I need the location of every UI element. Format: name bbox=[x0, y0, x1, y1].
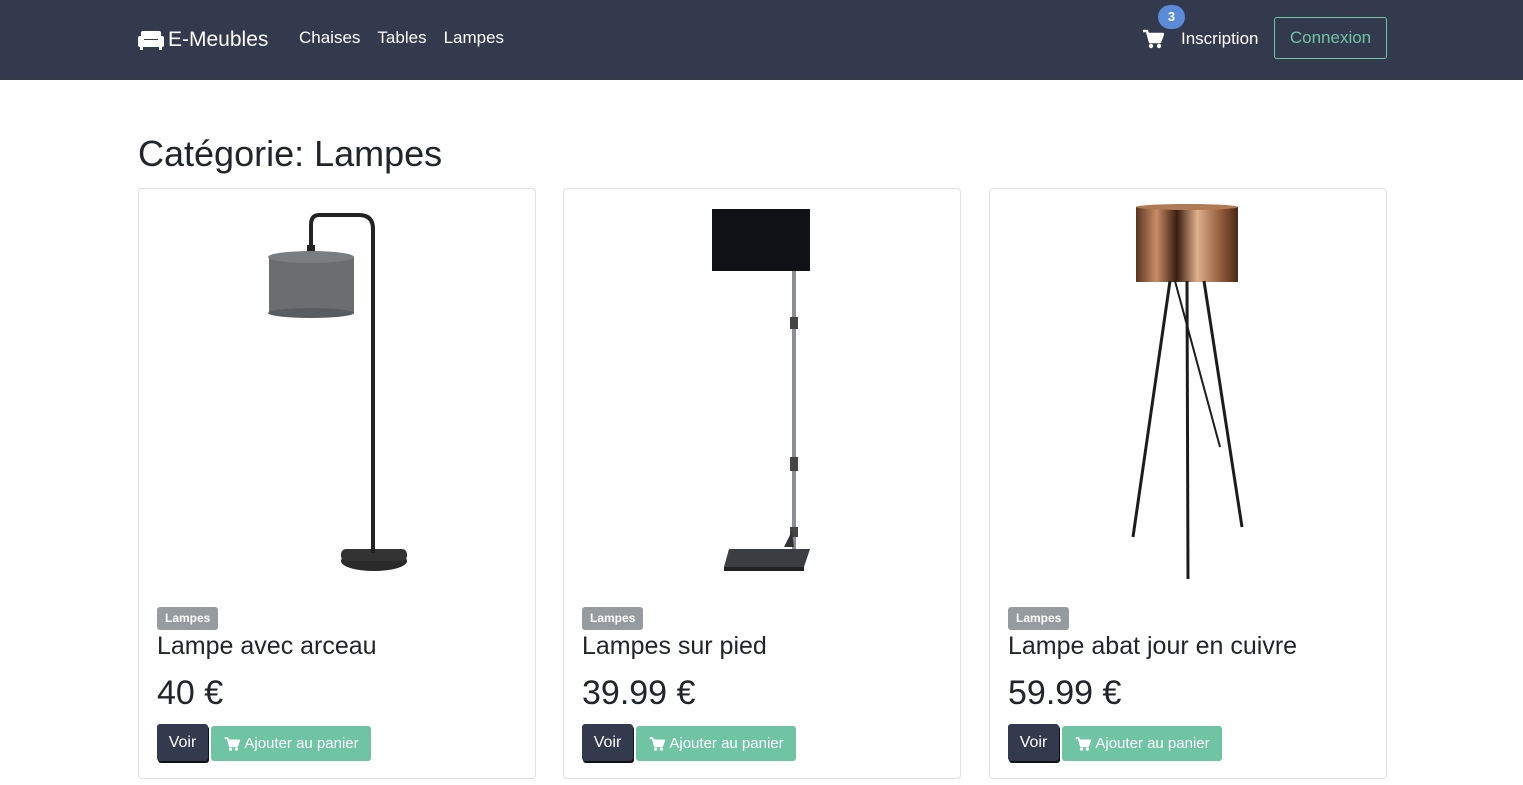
product-name[interactable]: Lampes sur pied bbox=[582, 632, 767, 661]
cart-icon bbox=[650, 736, 666, 751]
nav-link-tables[interactable]: Tables bbox=[377, 28, 426, 48]
cart-icon bbox=[1076, 736, 1092, 751]
product-card: Lampes Lampes sur pied 39.99 € Voir Ajou… bbox=[563, 188, 961, 779]
view-button[interactable]: Voir bbox=[582, 724, 633, 761]
cart-icon[interactable] bbox=[1142, 28, 1164, 50]
couch-icon bbox=[138, 31, 164, 50]
add-to-cart-label: Ajouter au panier bbox=[244, 735, 359, 752]
login-button[interactable]: Connexion bbox=[1274, 17, 1387, 59]
cart-icon bbox=[225, 736, 241, 751]
product-price: 39.99 € bbox=[582, 674, 696, 712]
category-badge: Lampes bbox=[582, 607, 644, 630]
product-name[interactable]: Lampe avec arceau bbox=[157, 632, 377, 661]
page-title: Catégorie: Lampes bbox=[138, 133, 443, 174]
nav-link-lampes[interactable]: Lampes bbox=[444, 28, 504, 48]
product-card: Lampes Lampe avec arceau 40 € Voir Ajout… bbox=[138, 188, 536, 779]
view-button[interactable]: Voir bbox=[1008, 724, 1059, 761]
category-badge: Lampes bbox=[1008, 607, 1070, 630]
add-to-cart-button[interactable]: Ajouter au panier bbox=[1062, 726, 1222, 761]
add-to-cart-label: Ajouter au panier bbox=[669, 735, 784, 752]
add-to-cart-button[interactable]: Ajouter au panier bbox=[211, 726, 371, 761]
navbar: E-Meubles Chaises Tables Lampes 3 Inscri… bbox=[0, 0, 1523, 80]
nav-links: Chaises Tables Lampes bbox=[299, 28, 521, 48]
signup-link[interactable]: Inscription bbox=[1181, 29, 1258, 49]
product-price: 40 € bbox=[157, 674, 224, 712]
brand-link[interactable]: E-Meubles bbox=[138, 26, 268, 54]
add-to-cart-button[interactable]: Ajouter au panier bbox=[636, 726, 796, 761]
product-name[interactable]: Lampe abat jour en cuivre bbox=[1008, 632, 1297, 661]
brand-name: E-Meubles bbox=[168, 28, 269, 51]
nav-link-chaises[interactable]: Chaises bbox=[299, 28, 360, 48]
category-badge: Lampes bbox=[157, 607, 219, 630]
add-to-cart-label: Ajouter au panier bbox=[1095, 735, 1210, 752]
product-card: Lampes Lampe abat jour en cuivre 59.99 €… bbox=[989, 188, 1387, 779]
view-button[interactable]: Voir bbox=[157, 724, 208, 761]
product-price: 59.99 € bbox=[1008, 674, 1122, 712]
cart-count-badge: 3 bbox=[1158, 5, 1185, 29]
